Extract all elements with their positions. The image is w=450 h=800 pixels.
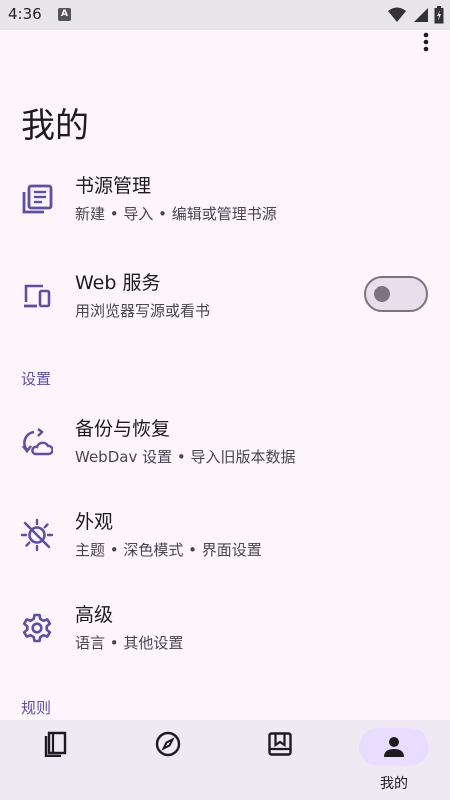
bottom-navigation: 我的 <box>0 720 450 800</box>
devices-icon <box>20 279 54 313</box>
rss-icon <box>248 728 312 760</box>
gear-icon <box>20 611 54 645</box>
nav-label: 我的 <box>380 776 408 792</box>
advanced-item[interactable]: 高级 语言 • 其他设置 <box>0 592 450 664</box>
item-subtitle: 语言 • 其他设置 <box>75 634 184 652</box>
person-icon <box>359 728 429 766</box>
nav-item-subscription[interactable] <box>224 720 336 800</box>
web-service-toggle[interactable] <box>364 276 428 312</box>
wifi-icon <box>388 7 406 22</box>
battery-icon <box>434 6 444 24</box>
book-source-management-item[interactable]: 书源管理 新建 • 导入 • 编辑或管理书源 <box>0 163 450 235</box>
backup-restore-item[interactable]: 备份与恢复 WebDav 设置 • 导入旧版本数据 <box>0 406 450 478</box>
status-time: 4:36 <box>8 5 42 23</box>
toggle-knob <box>374 286 390 302</box>
book-source-icon <box>20 182 54 216</box>
status-indicators <box>388 6 444 24</box>
status-bar: 4:36 A <box>0 0 450 30</box>
compass-icon <box>136 728 200 760</box>
cloud-sync-icon <box>20 425 54 459</box>
nav-item-discover[interactable] <box>112 720 224 800</box>
item-subtitle: 用浏览器写源或看书 <box>75 302 211 320</box>
page-title: 我的 <box>21 106 89 146</box>
item-title: 外观 <box>75 511 114 533</box>
item-title: 备份与恢复 <box>75 418 171 440</box>
section-header-settings: 设置 <box>21 370 52 388</box>
brightness-icon <box>20 518 54 552</box>
appearance-item[interactable]: 外观 主题 • 深色模式 • 界面设置 <box>0 499 450 571</box>
nav-item-bookshelf[interactable] <box>0 720 112 800</box>
item-title: Web 服务 <box>75 272 161 294</box>
item-title: 高级 <box>75 604 114 626</box>
item-subtitle: 新建 • 导入 • 编辑或管理书源 <box>75 205 277 223</box>
signal-icon <box>414 8 428 22</box>
section-header-rules: 规则 <box>21 699 52 717</box>
more-options-button[interactable] <box>414 30 438 54</box>
bookshelf-icon <box>24 728 88 760</box>
notification-icon: A <box>58 8 71 21</box>
more-vert-icon <box>423 32 429 52</box>
item-subtitle: WebDav 设置 • 导入旧版本数据 <box>75 448 296 466</box>
item-title: 书源管理 <box>75 175 152 197</box>
item-subtitle: 主题 • 深色模式 • 界面设置 <box>75 541 262 559</box>
nav-item-my[interactable]: 我的 <box>338 720 450 800</box>
